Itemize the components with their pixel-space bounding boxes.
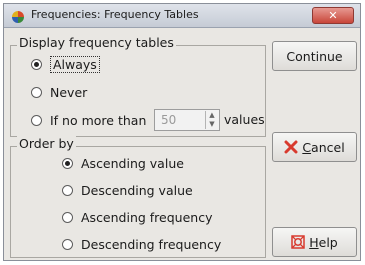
continue-button-label: Continue (286, 48, 343, 64)
radio-always[interactable]: Always (31, 55, 100, 73)
display-group-label: Display frequency tables (17, 35, 176, 50)
limit-spinner[interactable]: ▲ ▼ (154, 109, 220, 131)
radio-ascending-value-indicator[interactable] (62, 157, 73, 169)
cancel-button-label: Cancel (302, 140, 344, 155)
radio-ascending-frequency-label: Ascending frequency (81, 209, 213, 225)
radio-descending-frequency-indicator[interactable] (62, 238, 73, 250)
radio-if-no-more-than-indicator[interactable] (31, 114, 42, 126)
radio-never-indicator[interactable] (31, 86, 42, 98)
radio-always-indicator[interactable] (31, 58, 42, 70)
window-title: Frequencies: Frequency Tables (31, 8, 199, 21)
radio-never-label: Never (50, 84, 88, 100)
cancel-button[interactable]: Cancel (272, 132, 357, 162)
spinner-buttons[interactable]: ▲ ▼ (205, 111, 218, 129)
help-mnemonic: H (309, 234, 319, 250)
radio-descending-value-indicator[interactable] (62, 184, 73, 196)
radio-ascending-value-label: Ascending value (81, 155, 184, 171)
continue-button[interactable]: Continue (272, 41, 357, 71)
cancel-label-rest: ancel (311, 139, 345, 155)
radio-descending-value[interactable]: Descending value (62, 181, 193, 199)
frequency-tables-dialog: Frequencies: Frequency Tables ✕ Display … (3, 3, 361, 261)
cancel-icon (284, 140, 298, 154)
radio-if-no-more-than[interactable]: If no more than (31, 111, 146, 129)
radio-never[interactable]: Never (31, 83, 87, 101)
close-button[interactable]: ✕ (312, 7, 354, 24)
radio-ascending-value[interactable]: Ascending value (62, 154, 184, 172)
help-button-label: Help (309, 235, 338, 250)
order-group-label: Order by (17, 136, 76, 151)
app-icon (11, 9, 25, 23)
radio-always-label: Always (50, 55, 100, 73)
radio-if-no-more-than-label: If no more than (50, 112, 147, 128)
help-button[interactable]: Help (272, 227, 357, 257)
radio-descending-value-label: Descending value (81, 182, 193, 198)
values-label: values (224, 112, 265, 127)
limit-value-input[interactable] (155, 110, 205, 130)
radio-descending-frequency[interactable]: Descending frequency (62, 235, 221, 253)
spin-down-icon[interactable]: ▼ (206, 120, 218, 129)
radio-ascending-frequency-indicator[interactable] (62, 211, 73, 223)
close-icon: ✕ (328, 9, 338, 22)
help-label-rest: elp (318, 234, 338, 250)
title-bar: Frequencies: Frequency Tables ✕ (4, 4, 360, 28)
spin-up-icon[interactable]: ▲ (206, 111, 218, 120)
radio-ascending-frequency[interactable]: Ascending frequency (62, 208, 212, 226)
help-icon (291, 235, 305, 249)
cancel-mnemonic: C (302, 139, 312, 155)
radio-descending-frequency-label: Descending frequency (81, 236, 222, 252)
